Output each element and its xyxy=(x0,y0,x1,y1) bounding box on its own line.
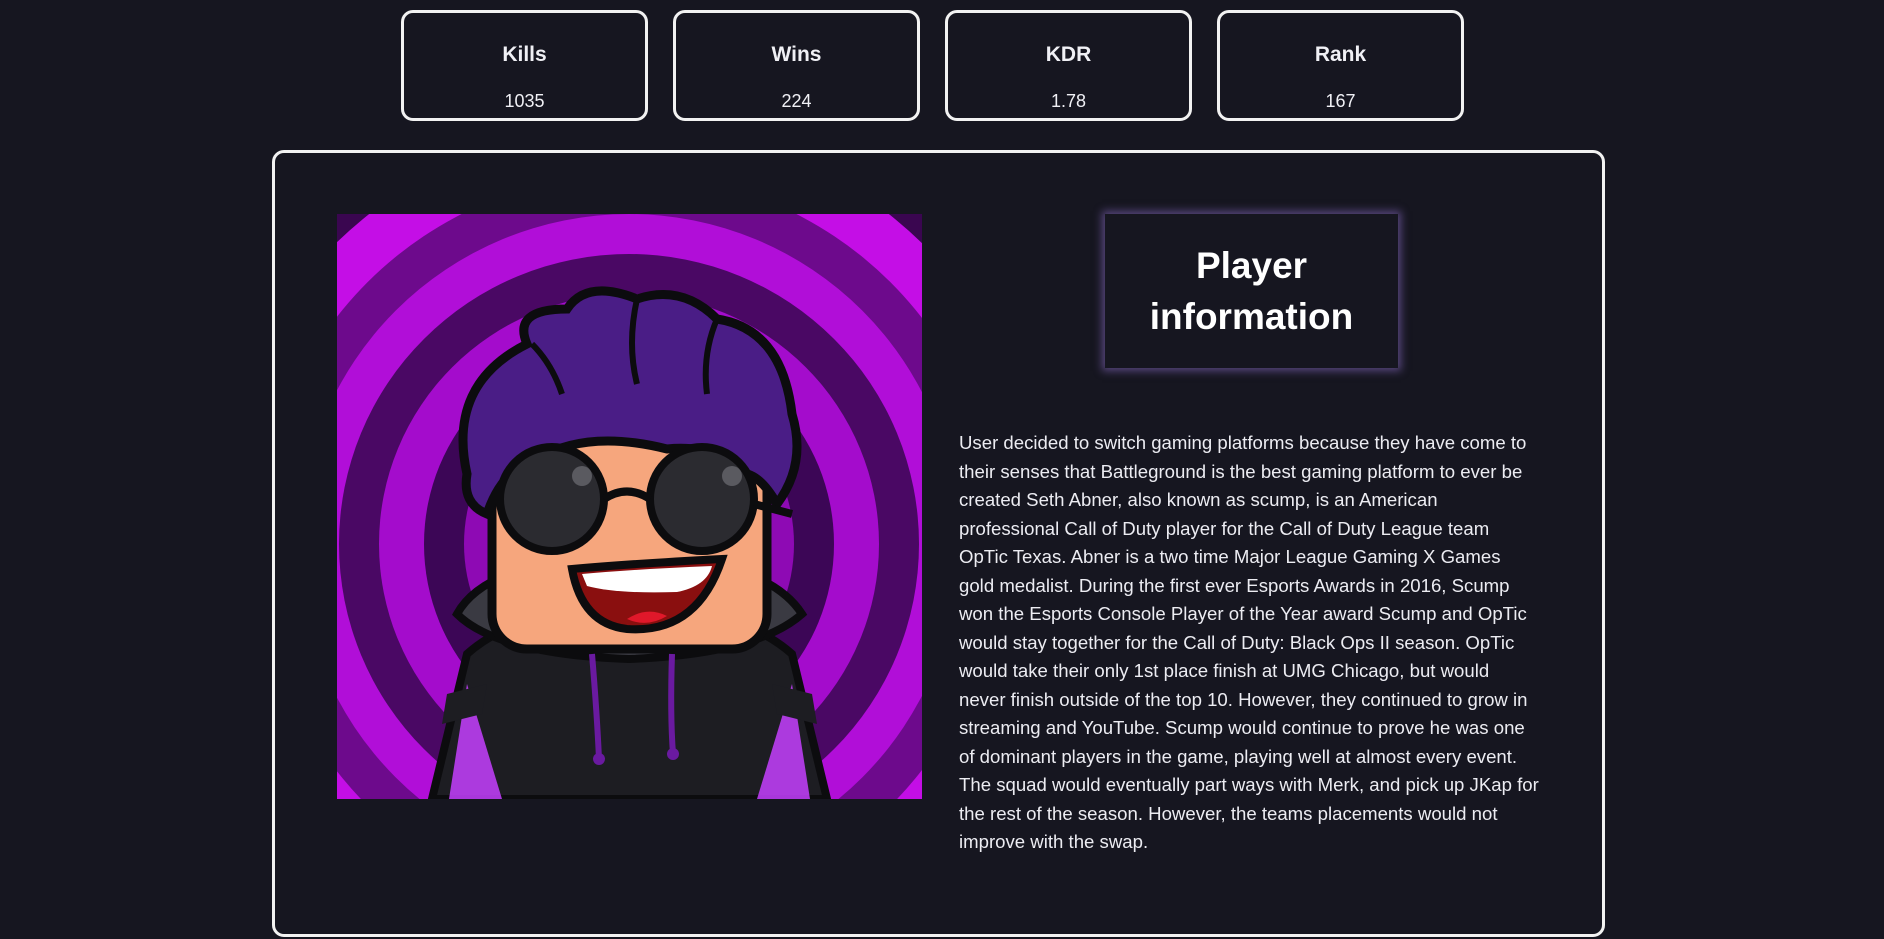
stat-card-wins: Wins 224 xyxy=(673,10,920,121)
stat-card-rank: Rank 167 xyxy=(1217,10,1464,121)
player-info-title-box: Player information xyxy=(1105,214,1398,368)
stat-label: Wins xyxy=(771,43,822,66)
stat-value: 1035 xyxy=(504,91,545,111)
stat-label: Kills xyxy=(502,43,547,66)
stat-label: Rank xyxy=(1314,43,1367,66)
player-info-panel: Player information User decided to switc… xyxy=(272,150,1605,937)
player-bio: User decided to switch gaming platforms … xyxy=(959,432,1539,852)
page-title: Player information xyxy=(1149,245,1354,337)
stats-row: Kills 1035 Wins 224 KDR 1.78 Rank 167 xyxy=(401,10,1464,121)
stat-card-kills: Kills 1035 xyxy=(401,10,648,121)
stat-value: 224 xyxy=(781,91,812,111)
player-avatar xyxy=(337,214,922,799)
stat-card-kdr: KDR 1.78 xyxy=(945,10,1192,121)
stat-value: 167 xyxy=(1325,91,1356,111)
stat-label: KDR xyxy=(1045,43,1092,66)
stat-value: 1.78 xyxy=(1050,91,1087,111)
